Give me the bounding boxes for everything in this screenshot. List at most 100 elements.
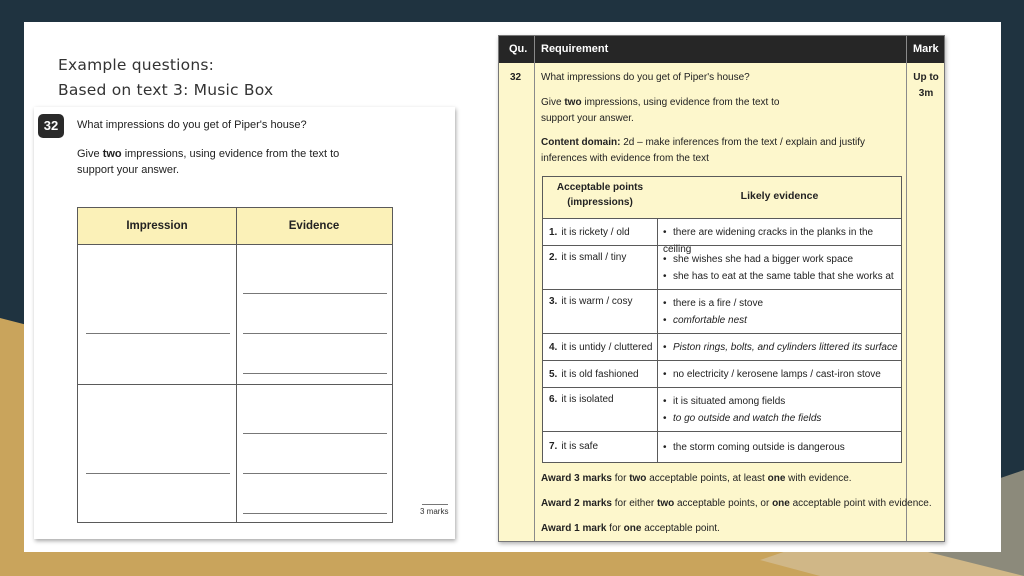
- evidence-item: she wishes she had a bigger work space: [663, 251, 899, 268]
- answer-line[interactable]: [243, 333, 387, 334]
- table-header-row: Acceptable points (impressions) Likely ev…: [543, 177, 901, 219]
- evidence-text: the storm coming outside is dangerous: [673, 442, 845, 453]
- point-number: 4.: [549, 342, 558, 353]
- award-emphasis: one: [767, 473, 786, 484]
- award-label: Award 2 marks: [541, 498, 612, 509]
- point-text: it is safe: [561, 441, 599, 452]
- instruction-bold: two: [564, 97, 582, 108]
- likely-evidence: the storm coming outside is dangerous: [663, 439, 899, 456]
- table-row: 1.it is rickety / oldthere are widening …: [543, 219, 901, 255]
- answer-line[interactable]: [243, 473, 387, 474]
- slide-subheading: Based on text 3: Music Box: [58, 81, 274, 99]
- table-row: 5.it is old fashioned no electricity / ke…: [543, 361, 901, 388]
- award-emphasis: two: [657, 498, 675, 509]
- header-qu: Qu.: [509, 43, 528, 55]
- evidence-text: comfortable nest: [673, 315, 747, 326]
- table-row: 2.it is small / tiny she wishes she had a…: [543, 246, 901, 290]
- evidence-column-header: Evidence: [236, 208, 392, 245]
- evidence-text: Piston rings, bolts, and cylinders litte…: [673, 342, 898, 353]
- mark-scheme-question-number: 32: [510, 72, 522, 83]
- award-text: for: [611, 473, 630, 484]
- award-text: with evidence.: [785, 473, 852, 484]
- award-2-marks: Award 2 marks for either two acceptable …: [541, 496, 932, 512]
- acceptable-point: 5. it is old fashioned: [549, 367, 639, 383]
- evidence-text: no electricity / kerosene lamps / cast-i…: [673, 369, 881, 380]
- award-emphasis: one: [772, 498, 790, 509]
- acceptable-point: 7. it is safe: [549, 439, 598, 455]
- answer-line[interactable]: [243, 373, 387, 374]
- likely-evidence: there is a fire / stove comfortable nest: [663, 295, 899, 329]
- award-1-mark: Award 1 mark for one acceptable point.: [541, 521, 720, 537]
- evidence-text: she has to eat at the same table that sh…: [673, 271, 894, 282]
- answer-line[interactable]: [243, 293, 387, 294]
- question-number-badge: 32: [38, 114, 64, 138]
- evidence-item: to go outside and watch the fields: [663, 410, 899, 427]
- acceptable-point: 3. it is warm / cosy: [549, 294, 632, 310]
- evidence-item: no electricity / kerosene lamps / cast-i…: [663, 366, 899, 383]
- point-text: it is old fashioned: [561, 369, 639, 380]
- table-row: 6.it is isolated it is situated among fie…: [543, 388, 901, 432]
- acceptable-point: 2. it is small / tiny: [549, 250, 626, 266]
- marks-label: 3 marks: [420, 507, 449, 516]
- mark-scheme-header: Qu. Requirement Mark: [499, 36, 944, 63]
- award-emphasis: one: [623, 523, 642, 534]
- answer-line[interactable]: [243, 433, 387, 434]
- likely-evidence: Piston rings, bolts, and cylinders litte…: [663, 339, 899, 356]
- slide-heading: Example questions:: [58, 56, 215, 74]
- point-text: it is isolated: [561, 394, 614, 405]
- table-row: 7.it is safe the storm coming outside is …: [543, 432, 901, 462]
- acceptable-point: 4. it is untidy / cluttered: [549, 340, 653, 356]
- acceptable-points-table: Acceptable points (impressions) Likely ev…: [542, 176, 902, 463]
- question-prompt: What impressions do you get of Piper's h…: [77, 119, 307, 131]
- evidence-item: it is situated among fields: [663, 393, 899, 410]
- award-text: acceptable point.: [641, 523, 720, 534]
- acceptable-point: 1. it is rickety / old: [549, 225, 630, 241]
- evidence-item: the storm coming outside is dangerous: [663, 439, 899, 456]
- evidence-text: it is situated among fields: [673, 396, 786, 407]
- award-text: acceptable point with evidence.: [789, 498, 932, 509]
- point-text: it is small / tiny: [561, 252, 627, 263]
- point-number: 3.: [549, 296, 558, 307]
- likely-evidence: no electricity / kerosene lamps / cast-i…: [663, 366, 899, 383]
- table-row: 4.it is untidy / cluttered Piston rings, …: [543, 334, 901, 361]
- mark-scheme-instruction: Give two impressions, using evidence fro…: [541, 95, 801, 127]
- point-number: 2.: [549, 252, 558, 263]
- award-text: for either: [611, 498, 657, 509]
- award-label: Award 3 marks: [541, 473, 612, 484]
- instruction-pre: Give: [541, 97, 565, 108]
- point-number: 7.: [549, 441, 558, 452]
- points-column-header: Acceptable points (impressions): [556, 182, 644, 208]
- acceptable-point: 6. it is isolated: [549, 392, 614, 408]
- award-3-marks: Award 3 marks for two acceptable points,…: [541, 471, 852, 487]
- mark-scheme: Qu. Requirement Mark 32 Up to 3m What im…: [498, 35, 945, 542]
- answer-line[interactable]: [86, 473, 230, 474]
- question-sheet: 32 What impressions do you get of Piper'…: [34, 107, 455, 539]
- point-text: it is untidy / cluttered: [561, 342, 653, 353]
- marks-rule: [422, 504, 448, 505]
- evidence-item: comfortable nest: [663, 312, 899, 329]
- award-text: acceptable points, at least: [646, 473, 768, 484]
- header-mark: Mark: [913, 43, 939, 55]
- content-domain: Content domain: 2d – make inferences fro…: [541, 135, 906, 167]
- point-number: 6.: [549, 394, 558, 405]
- point-number: 5.: [549, 369, 558, 380]
- table-row: 3.it is warm / cosy there is a fire / sto…: [543, 290, 901, 334]
- point-text: it is warm / cosy: [561, 296, 633, 307]
- answer-line[interactable]: [243, 513, 387, 514]
- evidence-text: to go outside and watch the fields: [673, 413, 822, 424]
- award-text: for: [606, 523, 624, 534]
- column-divider: [534, 36, 535, 541]
- point-number: 1.: [549, 227, 558, 238]
- likely-evidence: she wishes she had a bigger work space sh…: [663, 251, 899, 285]
- grid-divider: [78, 384, 392, 385]
- likely-evidence: it is situated among fields to go outside…: [663, 393, 899, 427]
- header-requirement: Requirement: [541, 43, 609, 55]
- answer-line[interactable]: [86, 333, 230, 334]
- question-instruction: Give two impressions, using evidence fro…: [77, 147, 377, 178]
- evidence-item: Piston rings, bolts, and cylinders litte…: [663, 339, 899, 356]
- impression-column-header: Impression: [78, 208, 236, 245]
- instruction-bold: two: [102, 148, 122, 160]
- column-divider: [906, 36, 907, 541]
- award-text: acceptable points, or: [674, 498, 773, 509]
- marks-available: Up to 3m: [913, 72, 939, 99]
